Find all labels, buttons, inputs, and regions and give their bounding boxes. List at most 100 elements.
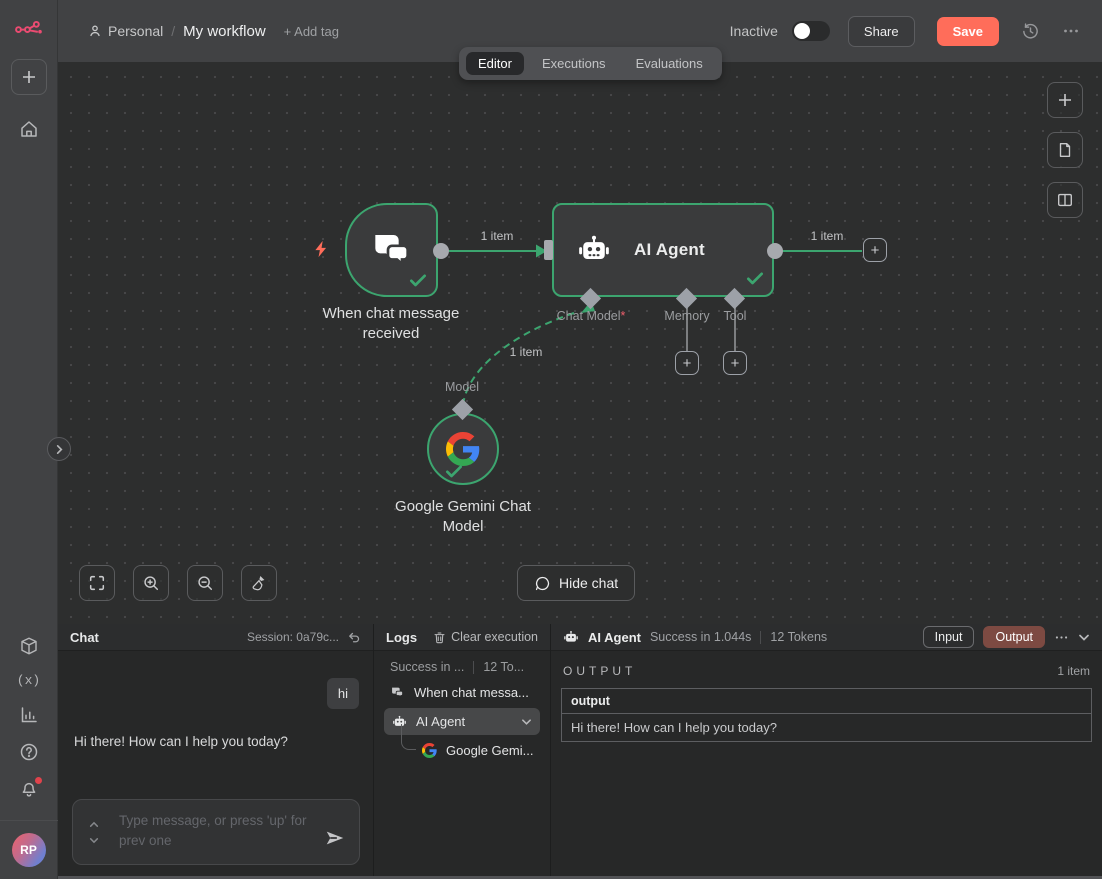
message-history-arrows [89, 800, 99, 864]
templates-icon[interactable] [19, 636, 39, 656]
add-sticky-note-button[interactable] [1047, 132, 1083, 168]
zoom-in-button[interactable] [133, 565, 169, 601]
add-tag-button[interactable]: + Add tag [284, 24, 339, 39]
n8n-workflow-editor: (x) RP [0, 0, 1102, 879]
zoom-out-button[interactable] [187, 565, 223, 601]
topbar-actions: Inactive Share Save [730, 16, 1080, 47]
add-node-button[interactable] [1047, 82, 1083, 118]
tab-evaluations[interactable]: Evaluations [624, 52, 715, 75]
bottom-dock: Chat Session: 0a79c... hi Hi there! How … [58, 624, 1102, 879]
tidy-up-button[interactable] [241, 565, 277, 601]
node-ai-agent[interactable]: AI Agent [552, 203, 774, 297]
agent-node-title: AI Agent [634, 240, 705, 260]
person-icon [88, 24, 102, 38]
agent-input-port[interactable] [544, 240, 553, 260]
details-status: Success in 1.044s [650, 630, 751, 644]
sidebar: (x) RP [0, 0, 58, 879]
agent-output-port[interactable] [767, 243, 783, 259]
chat-session: Session: 0a79c... [247, 630, 361, 644]
log-item-model[interactable]: Google Gemi... [374, 737, 550, 764]
logs-title: Logs [386, 630, 417, 645]
gemini-success-check-icon [444, 461, 464, 481]
help-icon[interactable] [19, 742, 39, 762]
output-cell-value[interactable]: Hi there! How can I help you today? [562, 714, 1092, 742]
google-g-icon [422, 743, 437, 758]
add-memory-button[interactable]: + [675, 351, 699, 375]
model-port-label: Model [434, 380, 490, 394]
tool-port-label: Tool [717, 309, 753, 323]
chevron-up-icon[interactable] [89, 821, 99, 828]
agent-success-check-icon [745, 268, 765, 288]
notification-dot [35, 777, 42, 784]
version-history-icon[interactable] [1021, 22, 1040, 41]
reset-session-icon[interactable] [347, 630, 361, 644]
tab-editor[interactable]: Editor [466, 52, 524, 75]
more-options-icon[interactable] [1062, 22, 1080, 40]
activation-toggle[interactable] [792, 21, 830, 41]
output-tab-button[interactable]: Output [983, 626, 1045, 648]
output-section-header: OUTPUT 1 item [551, 651, 1102, 686]
details-tokens: 12 Tokens [770, 630, 827, 644]
chat-message-input[interactable] [119, 811, 309, 857]
details-more-icon[interactable] [1054, 630, 1069, 645]
chevron-right-icon [54, 444, 65, 455]
hide-chat-button[interactable]: Hide chat [517, 565, 635, 601]
robot-icon [576, 234, 612, 266]
divider [473, 661, 474, 674]
trigger-success-check-icon [408, 270, 428, 290]
collapse-panel-icon[interactable] [1078, 633, 1090, 642]
logs-panel: Logs Clear execution Success in ... 12 T… [373, 624, 550, 879]
memory-port-label: Memory [659, 309, 715, 323]
add-next-node-button[interactable]: + [863, 238, 887, 262]
input-tab-button[interactable]: Input [923, 626, 975, 648]
chat-panel-header: Chat Session: 0a79c... [58, 624, 373, 651]
project-breadcrumb[interactable]: Personal [88, 23, 163, 39]
tree-elbow [401, 724, 416, 750]
output-items-count: 1 item [1057, 664, 1090, 678]
canvas-controls [79, 565, 277, 601]
gemini-node-label: Google Gemini Chat Model [358, 497, 568, 537]
chat-model-port-label: Chat Model* [545, 309, 637, 323]
logs-summary-tokens: 12 To... [483, 660, 524, 674]
chevron-down-icon[interactable] [521, 718, 532, 726]
create-workflow-button[interactable] [11, 59, 47, 95]
chat-message-user: hi [327, 678, 359, 709]
trigger-output-port[interactable] [433, 243, 449, 259]
robot-icon [563, 630, 579, 645]
user-avatar[interactable]: RP [12, 833, 46, 867]
logs-summary-row: Success in ... 12 To... [374, 651, 550, 679]
clear-execution-button[interactable]: Clear execution [433, 630, 538, 644]
insights-icon[interactable] [19, 705, 39, 725]
fit-view-button[interactable] [79, 565, 115, 601]
activation-status-label: Inactive [730, 23, 778, 39]
variables-icon[interactable]: (x) [17, 673, 40, 688]
details-panel-header: AI Agent Success in 1.044s 12 Tokens Inp… [551, 624, 1102, 651]
save-button[interactable]: Save [937, 17, 999, 46]
share-button[interactable]: Share [848, 16, 915, 47]
toggle-knob [794, 23, 810, 39]
n8n-logo-icon[interactable] [14, 17, 44, 38]
toggle-panel-button[interactable] [1047, 182, 1083, 218]
required-marker: * [621, 309, 626, 323]
logs-panel-header: Logs Clear execution [374, 624, 550, 651]
chat-message-bot: Hi there! How can I help you today? [74, 734, 288, 749]
chat-input-box [72, 799, 360, 865]
tab-executions[interactable]: Executions [530, 52, 618, 75]
divider [760, 631, 761, 644]
trigger-bolt-icon [312, 240, 330, 258]
chat-bubbles-icon [370, 230, 414, 270]
log-item-trigger[interactable]: When chat messa... [374, 679, 550, 706]
sidebar-divider [0, 820, 58, 821]
notifications-bell-icon[interactable] [19, 779, 39, 799]
edge-items-label: 1 item [503, 345, 549, 359]
workflow-title[interactable]: My workflow [183, 23, 266, 40]
add-tool-button[interactable]: + [723, 351, 747, 375]
expand-sidebar-handle[interactable] [47, 437, 71, 461]
chat-title: Chat [70, 630, 99, 645]
breadcrumb: Personal / My workflow + Add tag [88, 23, 339, 40]
home-icon[interactable] [19, 119, 39, 139]
chevron-down-icon[interactable] [89, 837, 99, 844]
send-message-icon[interactable] [324, 827, 346, 849]
chat-bubble-icon [534, 575, 551, 592]
workflow-canvas[interactable] [58, 62, 1102, 624]
